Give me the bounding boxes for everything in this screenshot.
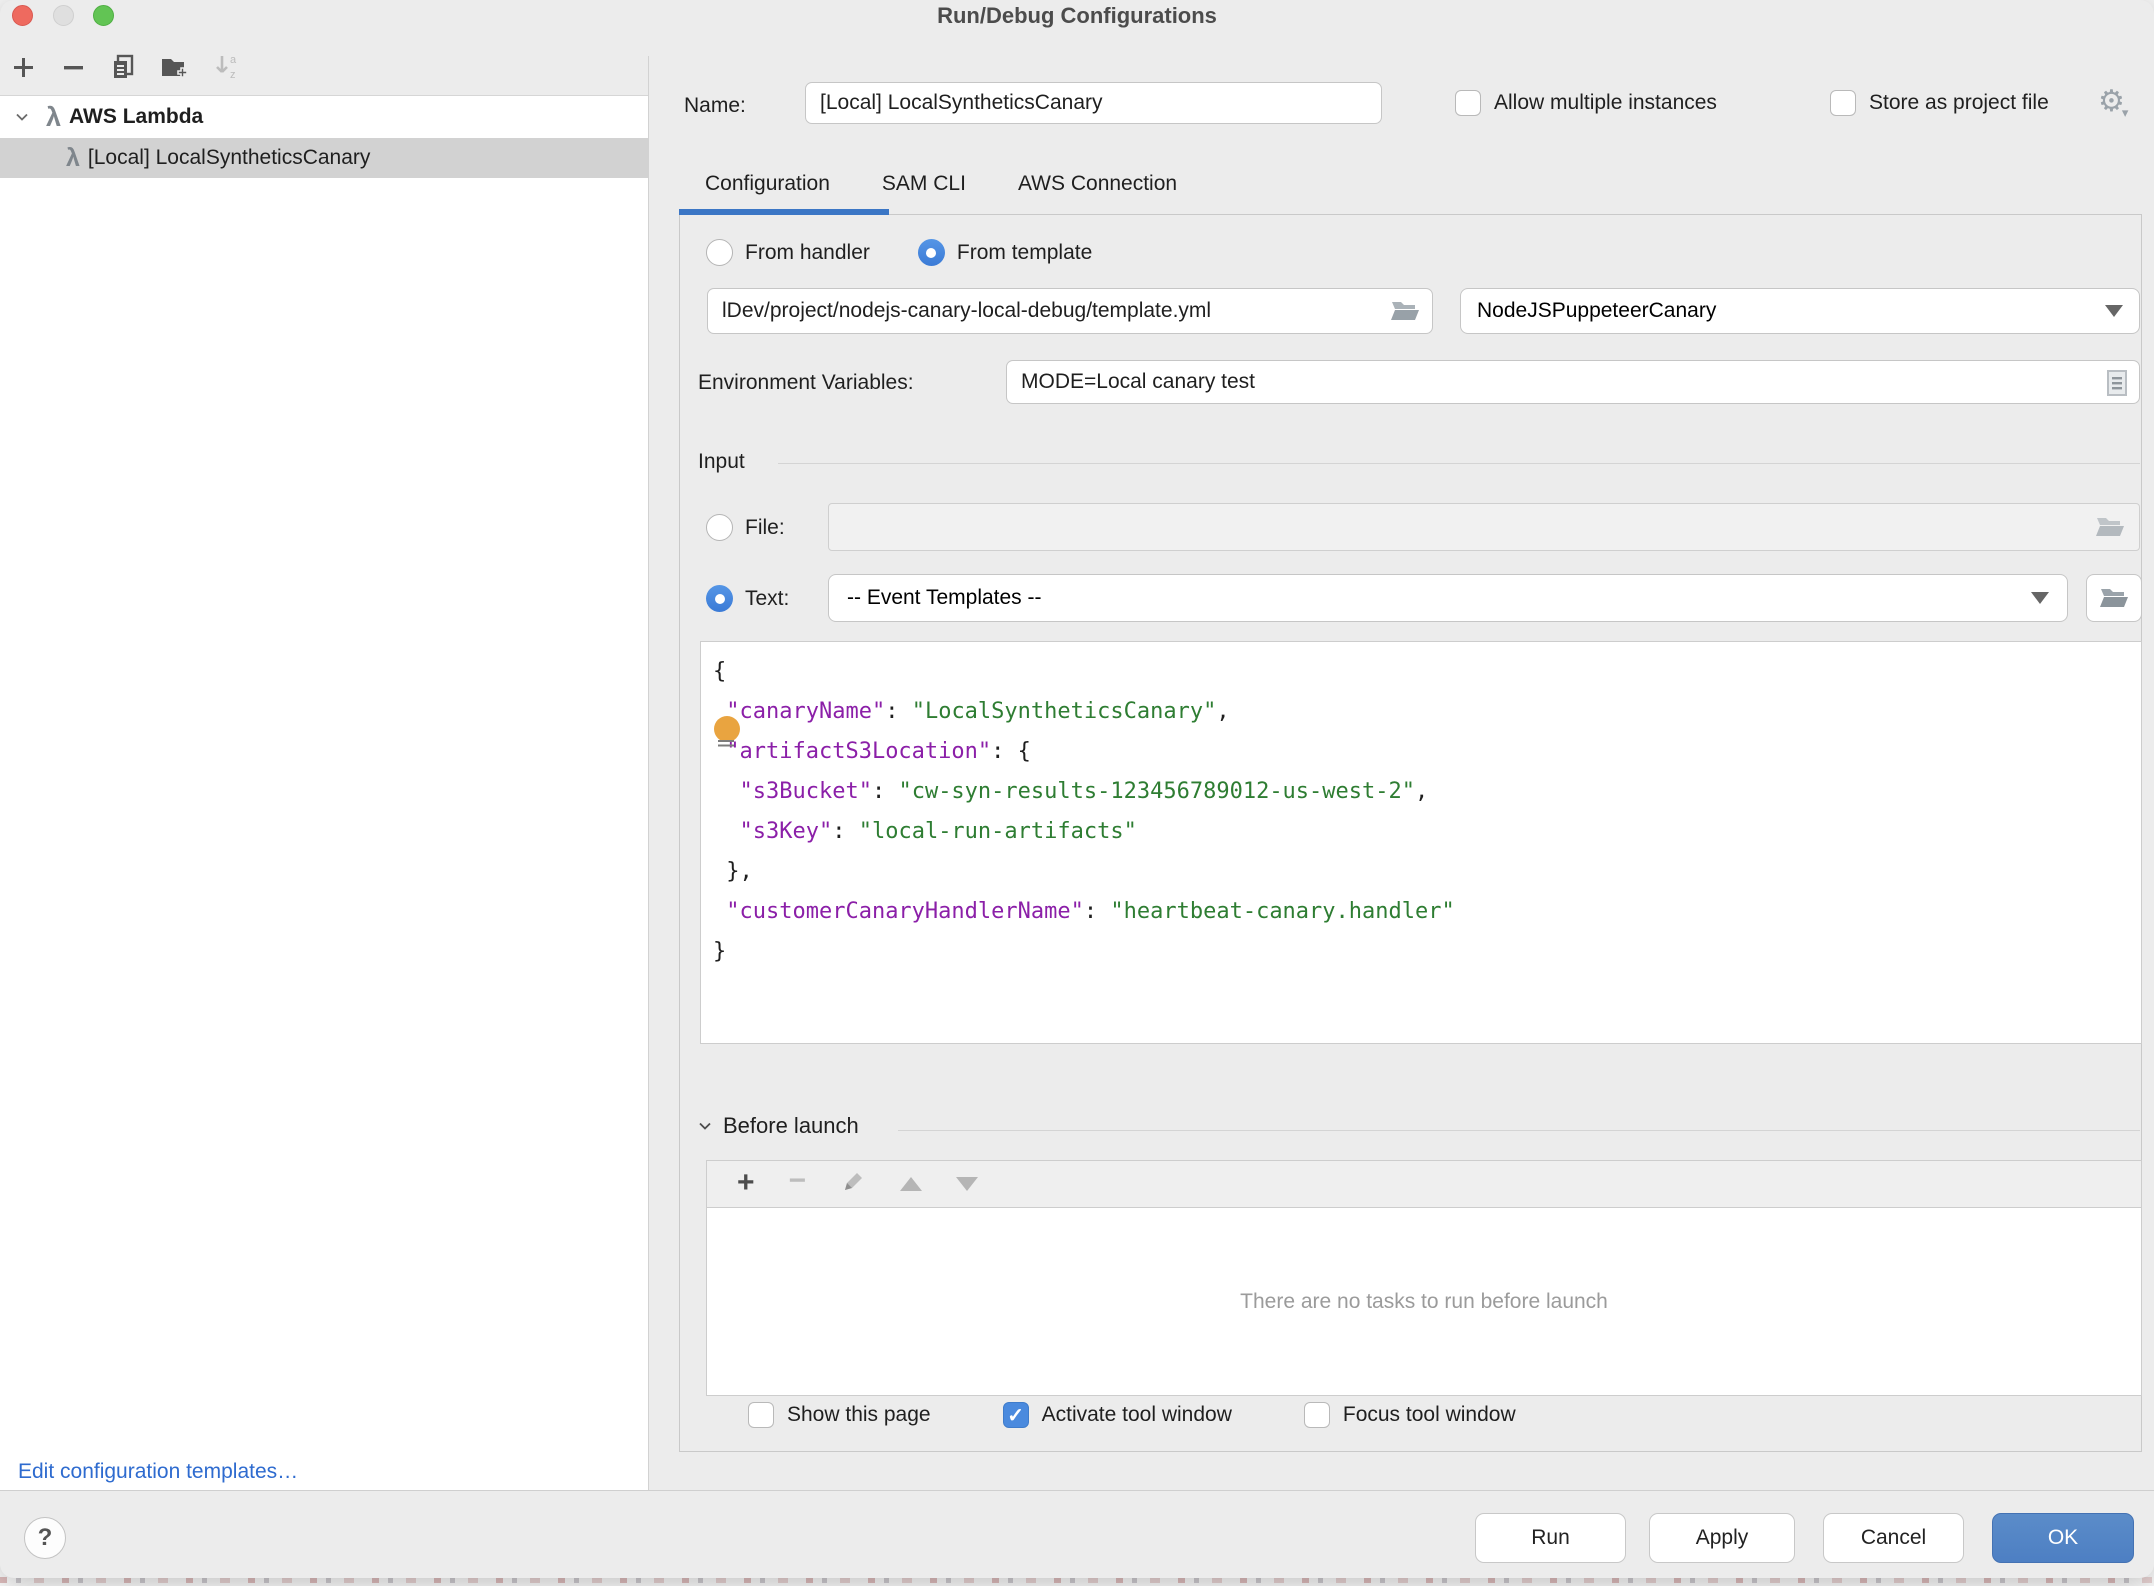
from-handler-radio[interactable] <box>706 239 733 266</box>
configurations-tree-panel <box>0 95 648 1490</box>
before-launch-label: Before launch <box>723 1113 859 1139</box>
help-button[interactable]: ? <box>24 1517 66 1559</box>
store-settings-gear-icon[interactable]: ⚙▾ <box>2098 84 2128 121</box>
before-launch-toolbar: + − <box>706 1160 2142 1208</box>
tab-sam-cli[interactable]: SAM CLI <box>856 160 992 214</box>
show-this-page-label: Show this page <box>787 1403 931 1427</box>
tree-toolbar: a z <box>0 40 648 95</box>
no-tasks-message: There are no tasks to run before launch <box>1240 1290 1608 1314</box>
sort-alphabetically-icon: a z <box>214 52 244 82</box>
store-as-project-file-checkbox[interactable]: Store as project file <box>1830 90 2049 116</box>
copy-configuration-icon[interactable] <box>108 52 138 82</box>
environment-variables-input[interactable]: MODE=Local canary test <box>1006 360 2140 404</box>
move-task-down-icon <box>956 1177 978 1191</box>
edit-configuration-templates-link[interactable]: Edit configuration templates… <box>18 1460 298 1484</box>
run-debug-configurations-dialog: Run/Debug Configurations <box>0 0 2154 1577</box>
tree-item-local-synthetics-canary[interactable]: λ [Local] LocalSyntheticsCanary <box>0 138 648 178</box>
chevron-down-icon[interactable] <box>697 1118 713 1134</box>
checkbox-unchecked-icon[interactable] <box>1304 1402 1330 1428</box>
svg-text:a: a <box>230 54 237 66</box>
focus-tool-window-checkbox[interactable]: Focus tool window <box>1304 1402 1516 1428</box>
cancel-button[interactable]: Cancel <box>1823 1513 1964 1563</box>
event-text-editor[interactable]: { "canaryName": "LocalSyntheticsCanary",… <box>700 641 2142 1044</box>
add-configuration-icon[interactable] <box>8 52 38 82</box>
chevron-down-icon[interactable] <box>14 109 30 125</box>
tree-item-label: [Local] LocalSyntheticsCanary <box>88 146 371 170</box>
event-templates-value: -- Event Templates -- <box>847 586 1042 610</box>
browse-folder-icon[interactable] <box>1390 298 1420 324</box>
dialog-footer: ? Run Apply Cancel OK <box>0 1490 2154 1578</box>
tab-aws-connection[interactable]: AWS Connection <box>992 160 1203 214</box>
dropdown-arrow-icon <box>2031 592 2049 604</box>
checkbox-unchecked-icon[interactable] <box>1830 90 1856 116</box>
panel-divider[interactable] <box>648 56 649 1490</box>
browse-folder-icon <box>2099 585 2129 611</box>
input-text-label: Text: <box>745 587 789 611</box>
tree-toolbar-separator <box>0 95 648 96</box>
before-launch-rule <box>898 1130 2140 1131</box>
aws-lambda-icon: λ <box>46 104 61 131</box>
checkbox-checked-icon[interactable]: ✓ <box>1003 1402 1029 1428</box>
from-template-radio[interactable] <box>918 239 945 266</box>
tree-group-aws-lambda[interactable]: λ AWS Lambda <box>0 97 648 137</box>
show-this-page-checkbox[interactable]: Show this page <box>748 1402 931 1428</box>
tab-configuration[interactable]: Configuration <box>679 160 856 214</box>
titlebar: Run/Debug Configurations <box>0 0 2154 30</box>
input-text-radio[interactable] <box>706 585 733 612</box>
run-button[interactable]: Run <box>1475 1513 1626 1563</box>
browse-folder-icon[interactable] <box>2095 514 2125 540</box>
edit-task-pencil-icon <box>840 1169 866 1200</box>
load-event-from-file-button[interactable] <box>2086 574 2142 622</box>
input-section-rule <box>778 463 2140 464</box>
dropdown-arrow-icon <box>2105 305 2123 317</box>
checkbox-unchecked-icon[interactable] <box>1455 90 1481 116</box>
aws-lambda-icon: λ <box>66 146 80 171</box>
ok-button[interactable]: OK <box>1992 1513 2134 1563</box>
environment-variables-label: Environment Variables: <box>698 371 914 395</box>
edit-variables-icon[interactable] <box>2105 369 2129 397</box>
name-label: Name: <box>684 94 746 118</box>
name-value: [Local] LocalSyntheticsCanary <box>820 91 1103 115</box>
active-tab-underline <box>679 209 889 215</box>
focus-tool-window-label: Focus tool window <box>1343 1403 1516 1427</box>
before-launch-task-list[interactable]: There are no tasks to run before launch <box>706 1208 2142 1396</box>
svg-text:z: z <box>230 69 236 81</box>
intention-bulb-icon[interactable] <box>714 716 740 742</box>
template-resource-value: NodeJSPuppeteerCanary <box>1477 299 1716 323</box>
allow-multiple-instances-checkbox[interactable]: Allow multiple instances <box>1455 90 1717 116</box>
screenshot-root: Run/Debug Configurations <box>0 0 2154 1586</box>
input-file-label: File: <box>745 516 785 540</box>
template-path-input[interactable]: lDev/project/nodejs-canary-local-debug/t… <box>707 288 1433 334</box>
checkbox-unchecked-icon[interactable] <box>748 1402 774 1428</box>
name-input[interactable]: [Local] LocalSyntheticsCanary <box>805 82 1382 124</box>
tree-group-label: AWS Lambda <box>69 105 203 129</box>
remove-task-icon: − <box>789 1166 807 1196</box>
event-templates-dropdown[interactable]: -- Event Templates -- <box>828 574 2068 622</box>
allow-multiple-instances-label: Allow multiple instances <box>1494 91 1717 115</box>
input-file-path-input[interactable] <box>828 503 2140 551</box>
from-template-label: From template <box>957 241 1092 265</box>
template-path-value: lDev/project/nodejs-canary-local-debug/t… <box>722 299 1211 323</box>
environment-variables-value: MODE=Local canary test <box>1021 370 1255 394</box>
from-handler-label: From handler <box>745 241 870 265</box>
move-task-up-icon <box>900 1177 922 1191</box>
input-file-radio[interactable] <box>706 514 733 541</box>
input-section-label: Input <box>698 450 745 474</box>
store-as-project-file-label: Store as project file <box>1869 91 2049 115</box>
apply-button[interactable]: Apply <box>1649 1513 1795 1563</box>
remove-configuration-icon[interactable] <box>58 52 88 82</box>
tab-bar: Configuration SAM CLI AWS Connection <box>679 160 1203 214</box>
new-folder-icon[interactable] <box>160 52 190 82</box>
add-task-icon[interactable]: + <box>737 1168 755 1198</box>
activate-tool-window-label: Activate tool window <box>1042 1403 1232 1427</box>
template-resource-dropdown[interactable]: NodeJSPuppeteerCanary <box>1460 288 2140 334</box>
activate-tool-window-checkbox[interactable]: ✓ Activate tool window <box>1003 1402 1232 1428</box>
dialog-title: Run/Debug Configurations <box>0 3 2154 29</box>
